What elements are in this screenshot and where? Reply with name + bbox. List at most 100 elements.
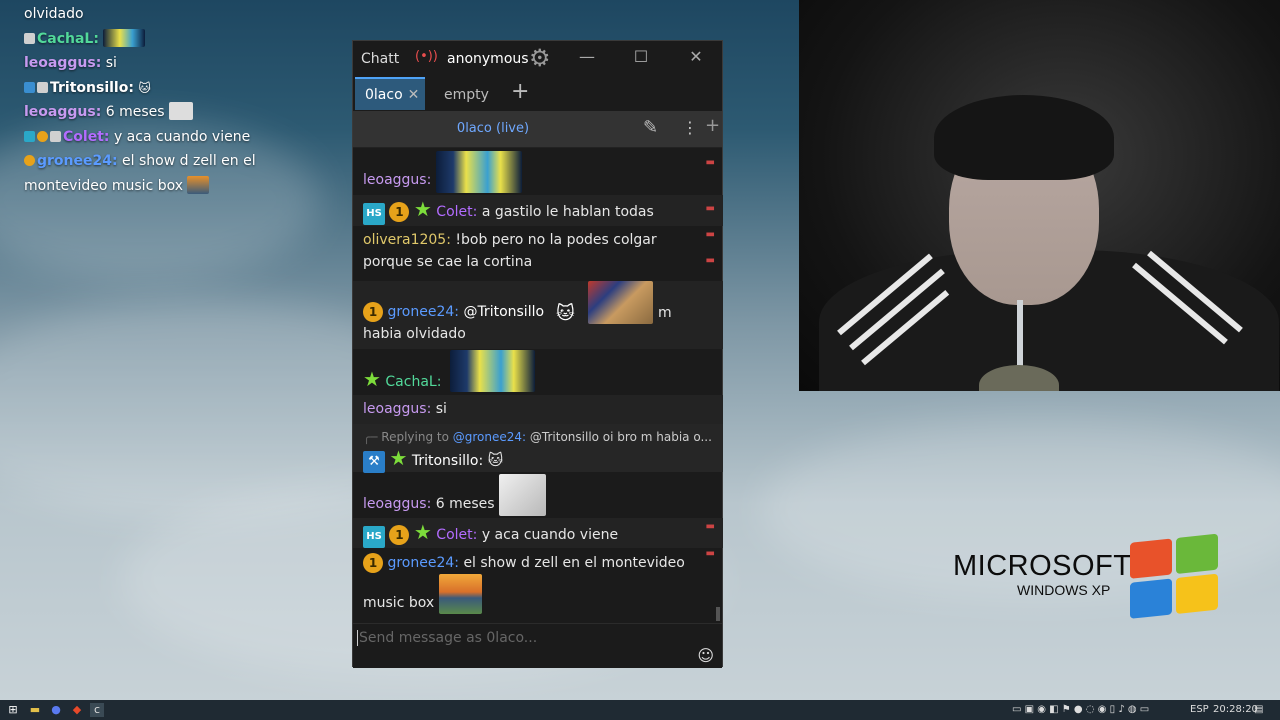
reply-context[interactable]: ╭─ Replying to @gronee24: @Tritonsillo o… [363, 430, 712, 444]
badge-icon [37, 130, 48, 142]
language-indicator[interactable]: ESP [1190, 704, 1209, 715]
taskbar: ⊞ ▬ ● ◆ c ▭ ▣ ◉ ◧ ⚑ ● ◌ ◉ ▯ ♪ ◍ ▭ ESP 20… [0, 700, 1280, 720]
chat-message: 1 gronee24: @Tritonsillo 🐱 m habia olvid… [353, 281, 723, 349]
chat-message: ★ CachaL: [353, 349, 723, 395]
windows-flag-icon [1130, 533, 1222, 623]
overlay-line: montevideo music box [24, 174, 284, 199]
overlay-text: el show d zell en el [122, 153, 256, 169]
message-line: HS 1 ★ Colet: y aca cuando viene [363, 522, 618, 548]
message-text: habia olvidado [363, 326, 466, 342]
emoji-picker-icon[interactable]: ☺ [697, 646, 714, 665]
tab-close-icon[interactable]: ✕ [408, 87, 420, 103]
tab-0laco[interactable]: 0laco ✕ [355, 77, 425, 110]
message-line: HS 1 ★ Colet: a gastilo le hablan todas [363, 199, 654, 225]
reply-text: @Tritonsillo oi bro m habia o... [529, 430, 712, 444]
start-windows-icon[interactable]: ⊞ [6, 703, 20, 717]
badge-icon [37, 81, 48, 93]
message-line: 1 gronee24: @Tritonsillo [363, 302, 544, 322]
taskbar-clock[interactable]: 20:28:20 [1213, 704, 1258, 715]
overlay-username: leoaggus: [24, 55, 102, 71]
message-username[interactable]: Colet: [436, 204, 477, 220]
tray-icons[interactable]: ▭ ▣ ◉ ◧ ⚑ ● ◌ ◉ ▯ ♪ ◍ ▭ [1012, 704, 1149, 715]
cat-emote-icon: 🐱 [556, 303, 575, 324]
message-text: 6 meses [435, 496, 495, 512]
message-username[interactable]: leoaggus: [363, 172, 431, 188]
mention-text[interactable]: @Tritonsillo [463, 304, 544, 320]
sub-badge-icon: 1 [363, 553, 383, 573]
message-mark-icon: ▬ [705, 229, 715, 240]
pepe-emote-image [450, 350, 535, 392]
reply-username: @gronee24: [452, 430, 527, 444]
chat-message: ╭─ Replying to @gronee24: @Tritonsillo o… [353, 424, 723, 473]
star-badge-icon: ★ [389, 446, 408, 470]
channel-name[interactable]: 0laco (live) [353, 121, 633, 136]
overlay-line: leoaggus: 6 meses [24, 100, 284, 125]
add-tab-icon[interactable]: + [511, 79, 529, 104]
message-mark-icon: ▬ [705, 157, 715, 168]
emote-image [187, 175, 210, 194]
tab-empty[interactable]: empty [444, 77, 489, 110]
tab-label: 0laco [365, 87, 403, 103]
webcam-feed [799, 0, 1280, 391]
message-mark-icon: ▬ [705, 548, 715, 559]
close-button[interactable]: ✕ [681, 47, 711, 66]
overlay-username: Tritonsillo: [50, 79, 134, 96]
overlay-text: 6 meses [105, 104, 165, 120]
file-explorer-icon[interactable]: ▬ [28, 703, 42, 717]
live-status-icon[interactable]: (•)) [415, 49, 438, 64]
chat-message: HS 1 ★ Colet: a gastilo le hablan todas … [353, 195, 723, 226]
notification-icon[interactable]: ▤ [1254, 704, 1263, 715]
message-list[interactable]: leoaggus: ▬ HS 1 ★ Colet: a gastilo le h… [353, 149, 723, 623]
message-username[interactable]: Tritonsillo: [412, 453, 483, 469]
message-username[interactable]: Colet: [436, 527, 477, 543]
badge-icon [24, 130, 35, 142]
overlay-username: CachaL: [37, 30, 99, 47]
star-badge-icon: ★ [413, 520, 432, 544]
settings-gear-icon[interactable]: ⚙ [529, 44, 551, 72]
chat-message: leoaggus: ▬ [353, 149, 723, 195]
message-text: el show d zell en el montevideo [463, 555, 685, 571]
sub-badge-icon: 1 [363, 302, 383, 322]
title-bar[interactable]: Chatterino (•)) anonymous ⚙ — ☐ ✕ [353, 41, 722, 77]
message-username[interactable]: leoaggus: [363, 401, 431, 417]
moderator-hammer-icon: ⚒ [363, 451, 385, 473]
star-badge-icon: ★ [413, 197, 432, 221]
message-username[interactable]: CachaL: [385, 374, 441, 390]
streamer-hair [934, 95, 1114, 180]
tab-bar: 0laco ✕ empty + [353, 77, 722, 110]
input-placeholder[interactable]: Send message as 0laco... [357, 630, 537, 646]
moderation-pen-icon[interactable]: ✎ [643, 117, 658, 138]
browser-icon[interactable]: ◆ [70, 703, 84, 717]
scrollbar-thumb[interactable] [716, 607, 720, 621]
badge-icon [50, 130, 61, 142]
message-username[interactable]: leoaggus: [363, 496, 431, 512]
hs-badge-icon: HS [363, 203, 385, 225]
chatterino-taskbar-icon[interactable]: c [90, 703, 104, 717]
message-input[interactable]: Send message as 0laco... ☺ [353, 623, 722, 668]
overlay-text: montevideo music box [24, 177, 184, 194]
message-username[interactable]: olivera1205: [363, 232, 451, 248]
more-options-icon[interactable]: ⋮ [682, 118, 698, 137]
maximize-button[interactable]: ☐ [626, 47, 656, 66]
reply-prefix: Replying to [381, 430, 449, 444]
message-text: porque se cae la cortina [363, 254, 533, 270]
minimize-button[interactable]: — [572, 47, 602, 66]
message-mark-icon: ▬ [705, 255, 715, 266]
add-split-icon[interactable]: + [705, 115, 720, 136]
overlay-line: leoaggus: si [24, 51, 284, 76]
message-line: leoaggus: [363, 172, 431, 188]
message-text: si [435, 401, 447, 417]
message-line: ⚒ ★ Tritonsillo: 🐱 [363, 448, 503, 473]
app-title: Chatterino [361, 51, 399, 67]
message-line: leoaggus: 6 meses [363, 496, 495, 512]
message-username[interactable]: gronee24: [387, 555, 459, 571]
discord-icon[interactable]: ● [49, 703, 63, 717]
overlay-line: CachaL: [24, 27, 284, 52]
account-switcher[interactable]: anonymous [447, 51, 529, 67]
meme-emote-image [499, 474, 546, 516]
message-line: olivera1205: !bob pero no la podes colga… [363, 232, 657, 248]
message-username[interactable]: gronee24: [387, 304, 459, 320]
pepe-emote-image [436, 151, 522, 193]
chat-message: leoaggus: si [353, 395, 723, 424]
chat-client-window: Chatterino (•)) anonymous ⚙ — ☐ ✕ 0laco ✕… [352, 40, 723, 668]
